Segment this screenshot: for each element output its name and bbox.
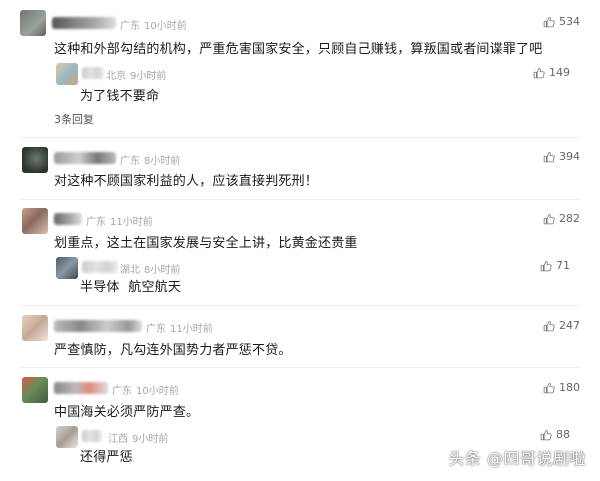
comment-meta: 广东 10小时前 [120, 17, 187, 32]
comment-meta: 广东 8小时前 [120, 152, 180, 167]
reply-username[interactable] [82, 261, 118, 273]
timestamp: 9小时前 [130, 71, 167, 82]
reply-username[interactable] [82, 430, 102, 442]
reply-like-button[interactable]: 88 [540, 428, 570, 441]
location: 广东 [120, 21, 140, 32]
divider [20, 137, 580, 138]
location: 广东 [146, 324, 166, 335]
divider [20, 199, 580, 200]
comment-text: 对这种不顾国家利益的人，应该直接判死刑！ [54, 174, 319, 189]
avatar[interactable] [22, 208, 48, 234]
timestamp: 8小时前 [144, 265, 181, 276]
reply-meta: 江西 9小时前 [108, 430, 168, 445]
reply-like-button[interactable]: 71 [540, 259, 570, 272]
like-count: 247 [559, 319, 580, 332]
reply-text: 为了钱不要命 [80, 89, 160, 104]
location: 北京 [106, 71, 126, 82]
timestamp: 9小时前 [132, 434, 169, 445]
username[interactable] [54, 320, 142, 332]
reply-text: 还得严惩 [80, 450, 133, 465]
comment-text: 中国海关必须严防严查。 [54, 405, 200, 420]
like-count: 88 [556, 428, 570, 441]
more-replies-link[interactable]: 3条回复 [54, 111, 94, 127]
like-button[interactable]: 282 [543, 212, 580, 225]
reply-meta: 北京 9小时前 [106, 67, 166, 82]
reply-avatar[interactable] [56, 63, 78, 85]
thumbs-up-icon [540, 429, 552, 440]
like-button[interactable]: 180 [543, 381, 580, 394]
avatar[interactable] [20, 10, 46, 36]
timestamp: 8小时前 [144, 156, 181, 167]
thumbs-up-icon [543, 320, 555, 331]
comment-meta: 广东 10小时前 [112, 382, 179, 397]
reply-like-button[interactable]: 149 [533, 66, 570, 79]
location: 广东 [112, 386, 132, 397]
reply-avatar[interactable] [56, 257, 78, 279]
like-button[interactable]: 247 [543, 319, 580, 332]
like-button[interactable]: 394 [543, 150, 580, 163]
like-count: 534 [559, 15, 580, 28]
timestamp: 11小时前 [110, 217, 153, 228]
thumbs-up-icon [543, 213, 555, 224]
comment-text: 严查慎防，凡勾连外国势力者严惩不贷。 [54, 343, 292, 358]
thumbs-up-icon [543, 151, 555, 162]
username[interactable] [54, 213, 82, 225]
username[interactable] [52, 17, 116, 29]
divider [20, 367, 580, 368]
like-button[interactable]: 534 [543, 15, 580, 28]
like-count: 180 [559, 381, 580, 394]
location: 江西 [108, 434, 128, 445]
username[interactable] [54, 382, 108, 394]
divider [20, 305, 580, 306]
like-count: 71 [556, 259, 570, 272]
timestamp: 11小时前 [170, 324, 213, 335]
location: 广东 [86, 217, 106, 228]
like-count: 394 [559, 150, 580, 163]
watermark: 头条 @四哥说剧啦 [448, 449, 586, 468]
reply-meta: 湖北 8小时前 [120, 261, 180, 276]
avatar[interactable] [22, 315, 48, 341]
comment-text: 划重点，这土在国家发展与安全上讲，比黄金还贵重 [54, 236, 358, 251]
like-count: 282 [559, 212, 580, 225]
like-count: 149 [549, 66, 570, 79]
thumbs-up-icon [543, 16, 555, 27]
reply-avatar[interactable] [56, 426, 78, 448]
avatar[interactable] [22, 147, 48, 173]
comment-meta: 广东 11小时前 [146, 320, 213, 335]
username[interactable] [54, 152, 116, 164]
reply-text: 半导体 航空航天 [80, 280, 182, 295]
reply-username[interactable] [82, 67, 104, 79]
comment-meta: 广东 11小时前 [86, 213, 153, 228]
location: 湖北 [120, 265, 140, 276]
thumbs-up-icon [543, 382, 555, 393]
avatar[interactable] [22, 377, 48, 403]
thumbs-up-icon [533, 67, 545, 78]
timestamp: 10小时前 [144, 21, 187, 32]
comment-text: 这种和外部勾结的机构，严重危害国家安全，只顾自己赚钱，算叛国或者间谍罪了吧 [54, 42, 543, 57]
thumbs-up-icon [540, 260, 552, 271]
location: 广东 [120, 156, 140, 167]
timestamp: 10小时前 [136, 386, 179, 397]
